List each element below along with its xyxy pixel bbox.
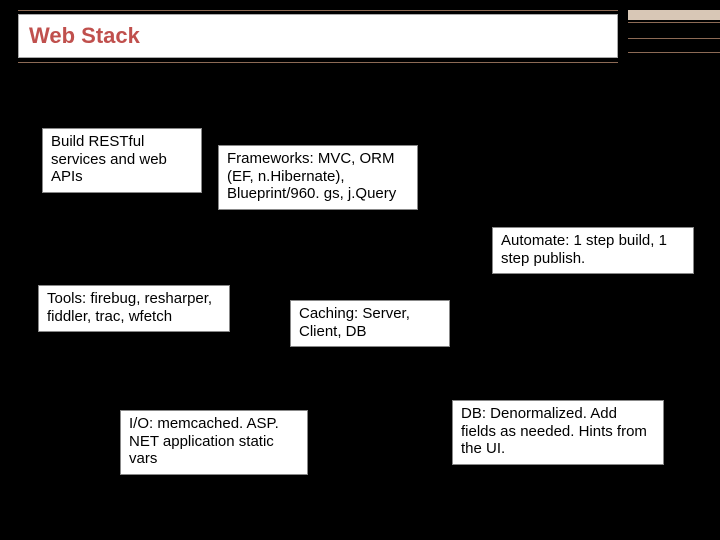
- box-frameworks: Frameworks: MVC, ORM (EF, n.Hibernate), …: [218, 145, 418, 210]
- box-caching: Caching: Server, Client, DB: [290, 300, 450, 347]
- decoration: [628, 10, 720, 20]
- box-restful: Build RESTful services and web APIs: [42, 128, 202, 193]
- box-db: DB: Denormalized. Add fields as needed. …: [452, 400, 664, 465]
- box-io: I/O: memcached. ASP. NET application sta…: [120, 410, 308, 475]
- title-bar: Web Stack: [18, 14, 618, 58]
- box-tools: Tools: firebug, resharper, fiddler, trac…: [38, 285, 230, 332]
- box-automate: Automate: 1 step build, 1 step publish.: [492, 227, 694, 274]
- page-title: Web Stack: [29, 23, 140, 49]
